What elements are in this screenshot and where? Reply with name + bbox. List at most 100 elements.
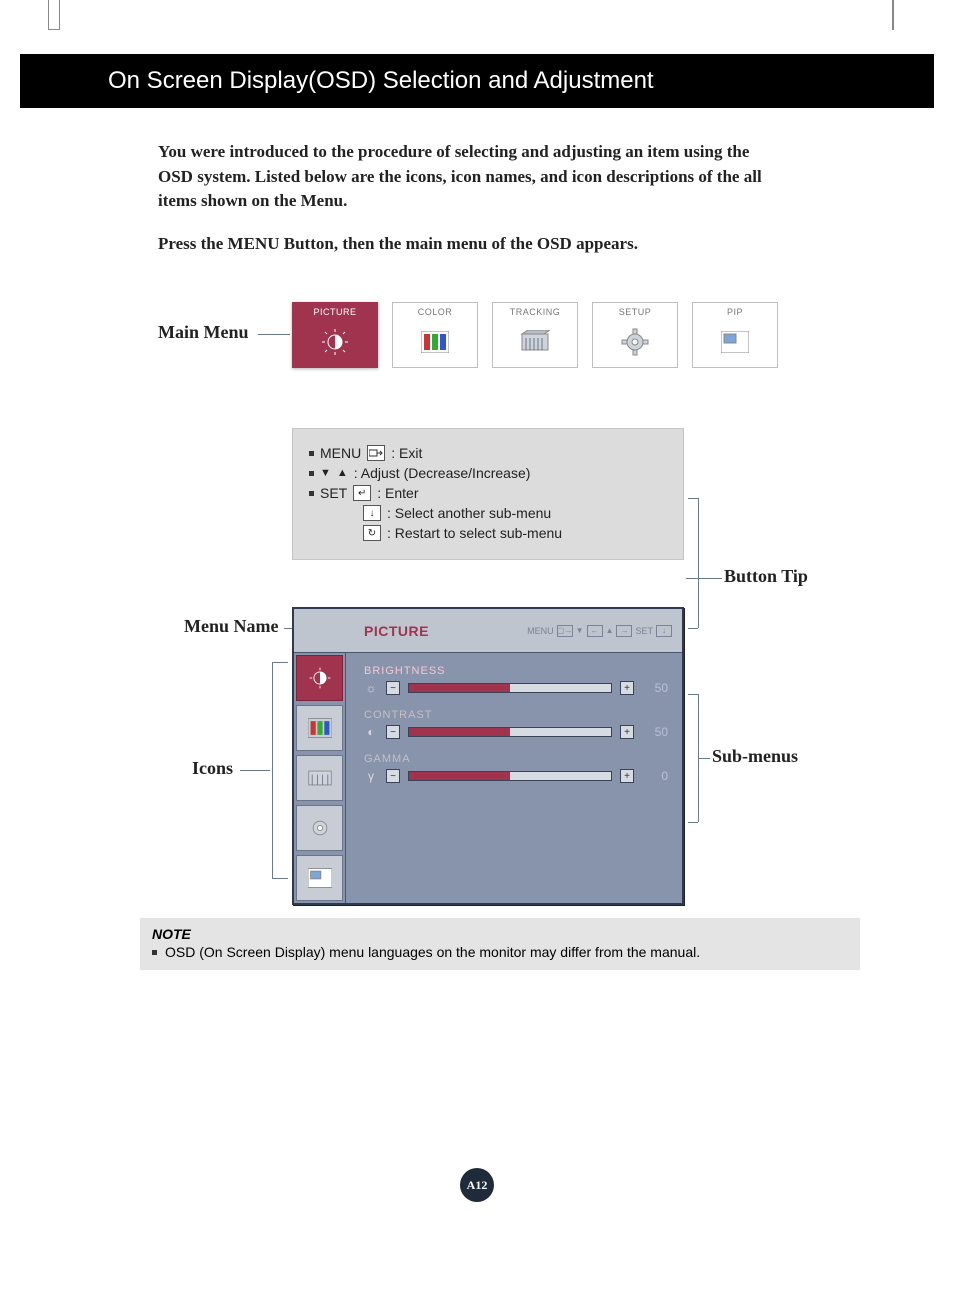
plus-button[interactable]: +	[620, 681, 634, 695]
osd-item-value: 0	[642, 769, 668, 783]
slider-track[interactable]	[408, 727, 612, 737]
page-title-bar: On Screen Display(OSD) Selection and Adj…	[20, 54, 934, 108]
osd-header-hints: MENU ▢→ ▼← ▲→ SET ↓	[527, 625, 672, 637]
osd-item-gamma[interactable]: GAMMA γ − + 0	[364, 753, 668, 783]
mm-label: PIP	[727, 307, 743, 317]
legend-set-word: SET	[320, 485, 347, 501]
legend-adjust: : Adjust (Decrease/Increase)	[354, 465, 531, 481]
leader-line	[688, 822, 698, 823]
osd-item-name: GAMMA	[364, 753, 668, 765]
brightness-icon	[320, 317, 350, 367]
osd-menu-title: PICTURE	[304, 623, 429, 639]
bullet-icon	[152, 950, 157, 955]
leader-line	[240, 770, 270, 771]
down-arrow-key-icon: ↓	[363, 505, 381, 521]
mm-label: TRACKING	[510, 307, 561, 317]
leader-line	[258, 334, 290, 335]
label-menu-name: Menu Name	[184, 616, 278, 637]
bullet-icon	[309, 451, 314, 456]
osd-tab-color[interactable]	[296, 705, 343, 751]
minus-button[interactable]: −	[386, 681, 400, 695]
leader-line	[686, 578, 722, 579]
main-menu-tile-picture[interactable]: PICTURE	[292, 302, 378, 368]
osd-item-value: 50	[642, 681, 668, 695]
osd-item-name: CONTRAST	[364, 709, 668, 721]
osd-side-tabs	[294, 653, 346, 903]
gear-icon	[621, 317, 649, 367]
note-text: OSD (On Screen Display) menu languages o…	[165, 944, 700, 960]
leader-line	[688, 628, 698, 629]
color-bars-icon	[421, 317, 449, 367]
page-number: A12	[467, 1178, 488, 1193]
note-box: NOTE OSD (On Screen Display) menu langua…	[140, 918, 860, 970]
intro-paragraph-1: You were introduced to the procedure of …	[158, 140, 778, 214]
osd-tab-setup[interactable]	[296, 805, 343, 851]
contrast-icon: ◐	[364, 725, 378, 739]
slider-fill	[409, 728, 510, 736]
main-menu-tile-setup[interactable]: SETUP	[592, 302, 678, 368]
bullet-icon	[309, 491, 314, 496]
left-key-icon: ←	[587, 625, 603, 637]
enter-key-icon: ↵	[353, 485, 371, 501]
leader-line	[272, 662, 273, 878]
osd-item-value: 50	[642, 725, 668, 739]
leader-line	[688, 498, 698, 499]
osd-tab-picture[interactable]	[296, 655, 343, 701]
osd-item-name: BRIGHTNESS	[364, 665, 668, 677]
osd-panel: PICTURE MENU ▢→ ▼← ▲→ SET ↓	[292, 607, 684, 905]
mm-label: SETUP	[619, 307, 652, 317]
main-menu-tile-pip[interactable]: PIP	[692, 302, 778, 368]
label-main-menu: Main Menu	[158, 322, 249, 343]
menu-key-icon: ▢→	[557, 625, 573, 637]
legend-restart: : Restart to select sub-menu	[387, 525, 562, 541]
sun-icon: ☼	[364, 681, 378, 695]
leader-line	[272, 878, 288, 879]
slider-fill	[409, 684, 510, 692]
main-menu-tile-tracking[interactable]: TRACKING	[492, 302, 578, 368]
plus-button[interactable]: +	[620, 769, 634, 783]
label-submenus: Sub-menus	[712, 746, 798, 767]
leader-line	[688, 694, 698, 695]
label-icons: Icons	[192, 758, 233, 779]
label-button-tip: Button Tip	[724, 566, 808, 587]
gamma-icon: γ	[364, 769, 378, 783]
menu-key-icon	[367, 445, 385, 461]
plus-button[interactable]: +	[620, 725, 634, 739]
osd-item-contrast[interactable]: CONTRAST ◐ − + 50	[364, 709, 668, 739]
slider-track[interactable]	[408, 683, 612, 693]
intro-text: You were introduced to the procedure of …	[158, 140, 778, 275]
main-menu-tile-color[interactable]: COLOR	[392, 302, 478, 368]
osd-tab-tracking[interactable]	[296, 755, 343, 801]
legend-menu-word: MENU	[320, 445, 361, 461]
down-key-icon: ↓	[656, 625, 672, 637]
intro-paragraph-2: Press the MENU Button, then the main men…	[158, 232, 778, 257]
osd-hint-set: SET	[635, 626, 653, 636]
tracking-icon	[520, 317, 550, 367]
leader-line	[272, 662, 288, 663]
main-menu-row: PICTURE COLOR TRACKING SETUP PIP	[292, 302, 778, 368]
crop-mark	[892, 0, 894, 30]
osd-item-brightness[interactable]: BRIGHTNESS ☼ − + 50	[364, 665, 668, 695]
legend-select-another: : Select another sub-menu	[387, 505, 551, 521]
restart-key-icon: ↻	[363, 525, 381, 541]
osd-header: PICTURE MENU ▢→ ▼← ▲→ SET ↓	[294, 609, 682, 653]
legend-enter: : Enter	[377, 485, 418, 501]
leader-line	[698, 758, 710, 759]
right-key-icon: →	[616, 625, 632, 637]
bullet-icon	[309, 471, 314, 476]
minus-button[interactable]: −	[386, 725, 400, 739]
minus-button[interactable]: −	[386, 769, 400, 783]
up-triangle-icon: ▲	[337, 467, 348, 479]
crop-mark	[48, 0, 60, 30]
button-legend-box: MENU : Exit ▼ ▲ : Adjust (Decrease/Incre…	[292, 428, 684, 560]
osd-hint-menu: MENU	[527, 626, 554, 636]
legend-exit: : Exit	[391, 445, 422, 461]
mm-label: COLOR	[418, 307, 453, 317]
page-number-badge: A12	[460, 1168, 494, 1202]
slider-track[interactable]	[408, 771, 612, 781]
down-triangle-icon: ▼	[320, 467, 331, 479]
note-heading: NOTE	[152, 926, 848, 942]
page-title: On Screen Display(OSD) Selection and Adj…	[108, 67, 654, 95]
osd-tab-pip[interactable]	[296, 855, 343, 901]
pip-icon	[721, 317, 749, 367]
